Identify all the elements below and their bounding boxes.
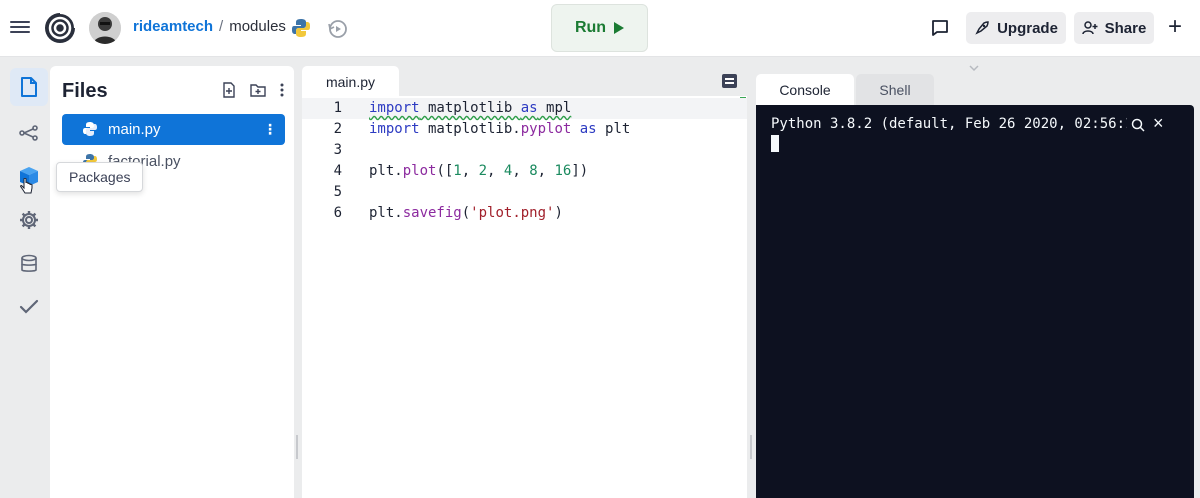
top-bar: rideamtech / modules Run Upgrade Share +: [0, 0, 1200, 57]
rail-packages[interactable]: [10, 158, 48, 196]
add-button[interactable]: +: [1168, 15, 1182, 39]
python-file-icon: [83, 122, 97, 136]
resize-handle-files[interactable]: [296, 435, 298, 459]
left-rail: [0, 58, 56, 498]
run-button[interactable]: Run: [551, 4, 648, 52]
code-line: 2 import matplotlib.pyplot as plt: [302, 119, 747, 140]
code-line: 6 plt.savefig('plot.png'): [302, 203, 747, 224]
code-line-text: import matplotlib.pyplot as plt: [369, 121, 631, 137]
close-icon[interactable]: ×: [1153, 114, 1164, 132]
file-options-icon[interactable]: ⋮: [263, 122, 277, 136]
console-panel[interactable]: Python 3.8.2 (default, Feb 26 2020, 02:5…: [756, 105, 1194, 498]
gear-icon: [20, 211, 38, 229]
breadcrumb-repl-name[interactable]: modules: [229, 18, 286, 35]
rail-database[interactable]: [10, 245, 48, 283]
line-number: 2: [333, 121, 342, 137]
add-file-icon[interactable]: [222, 82, 236, 98]
code-line-text: import matplotlib as mpl: [369, 100, 572, 116]
rail-files[interactable]: [10, 68, 48, 106]
run-button-label: Run: [574, 19, 607, 36]
history-icon[interactable]: [326, 17, 350, 41]
resize-handle-editor[interactable]: [750, 435, 752, 459]
files-panel: Files main.py ⋮ factorial.py: [50, 66, 294, 498]
code-line: 4 plt.plot([1, 2, 4, 8, 16]): [302, 161, 747, 182]
line-number: 5: [333, 184, 342, 200]
code-line-text: plt.savefig('plot.png'): [369, 205, 563, 221]
code-line: 5: [302, 182, 747, 203]
hamburger-menu-icon[interactable]: [10, 18, 30, 38]
user-avatar[interactable]: [89, 12, 121, 44]
replit-logo-icon[interactable]: [44, 12, 76, 44]
upgrade-button[interactable]: Upgrade: [966, 12, 1066, 44]
tab-main-py[interactable]: main.py: [302, 66, 399, 98]
rocket-icon: [975, 21, 989, 35]
share-button[interactable]: Share: [1074, 12, 1154, 44]
rail-settings[interactable]: [10, 201, 48, 239]
files-title: Files: [62, 80, 108, 102]
upgrade-label: Upgrade: [997, 19, 1058, 37]
add-folder-icon[interactable]: [250, 83, 266, 97]
rail-version-control[interactable]: [10, 114, 48, 152]
share-label: Share: [1104, 19, 1147, 37]
breadcrumb-user-link[interactable]: rideamtech: [133, 18, 213, 35]
tab-shell[interactable]: Shell: [856, 74, 934, 106]
breadcrumb: rideamtech / modules: [133, 18, 286, 35]
pointer-cursor-icon: [20, 178, 33, 194]
check-icon: [19, 299, 39, 314]
line-number: 3: [333, 142, 342, 158]
editor-tab-bar: main.py: [302, 66, 747, 98]
rail-unit-tests[interactable]: [10, 288, 48, 326]
python-icon: [292, 19, 310, 37]
play-icon: [614, 22, 625, 34]
breadcrumb-separator: /: [219, 18, 224, 35]
code-line: 1 import matplotlib as mpl: [302, 98, 747, 119]
file-name: main.py: [108, 121, 161, 138]
add-user-icon: [1081, 21, 1098, 35]
search-icon[interactable]: [1130, 117, 1146, 133]
database-icon: [21, 254, 37, 272]
chevron-down-icon[interactable]: [968, 62, 980, 74]
console-tab-bar: Console Shell: [756, 74, 934, 106]
code-line: 3: [302, 140, 747, 161]
files-actions: [222, 82, 284, 98]
editor-menu-icon[interactable]: [722, 74, 737, 88]
chat-icon[interactable]: [930, 18, 950, 38]
console-output: Python 3.8.2 (default, Feb 26 2020, 02:5…: [771, 116, 1127, 132]
code-line-text: plt.plot([1, 2, 4, 8, 16]): [369, 163, 589, 179]
branch-icon: [19, 125, 38, 141]
line-number: 1: [333, 100, 342, 116]
console-cursor: [771, 135, 779, 152]
file-icon: [21, 77, 37, 97]
line-number: 6: [333, 205, 342, 221]
kebab-menu-icon[interactable]: [280, 83, 284, 97]
code-area[interactable]: 1 import matplotlib as mpl 2 import matp…: [302, 98, 747, 224]
file-item-main-py[interactable]: main.py ⋮: [62, 114, 285, 145]
code-editor[interactable]: main.py 1 import matplotlib as mpl 2 imp…: [302, 66, 747, 498]
packages-tooltip: Packages: [56, 162, 144, 192]
line-number: 4: [333, 163, 342, 179]
tab-console[interactable]: Console: [756, 74, 854, 106]
